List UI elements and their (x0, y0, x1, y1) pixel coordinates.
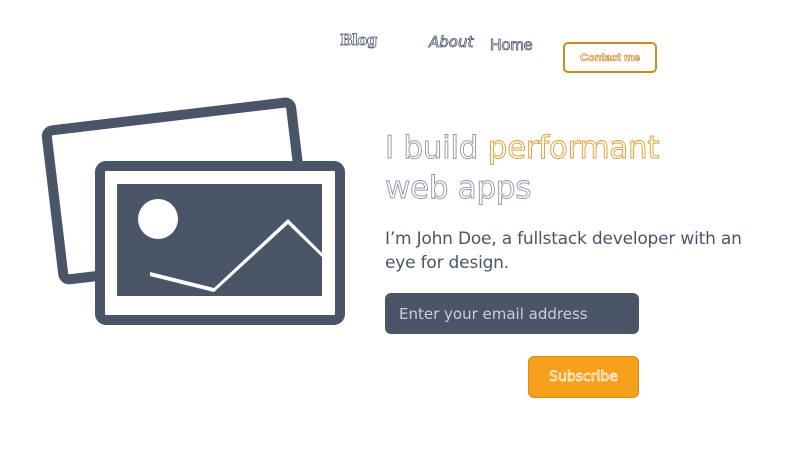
sun-shape (138, 199, 178, 239)
hero-headline: I build performant web apps (385, 128, 745, 208)
nav-link-about[interactable]: About (429, 33, 474, 52)
hero-tagline: I’m John Doe, a fullstack developer with… (385, 229, 742, 273)
headline-accent: performant (487, 130, 660, 167)
contact-me-button[interactable]: Contact me (563, 42, 657, 73)
headline-tail: web apps (385, 170, 532, 207)
email-input[interactable] (385, 293, 639, 334)
nav-link-home[interactable]: Home (490, 37, 533, 55)
headline-lead: I build (385, 130, 488, 167)
subscribe-button[interactable]: Subscribe (528, 356, 639, 398)
nav-link-blog[interactable]: Blog (340, 31, 378, 50)
images-icon (38, 96, 358, 328)
